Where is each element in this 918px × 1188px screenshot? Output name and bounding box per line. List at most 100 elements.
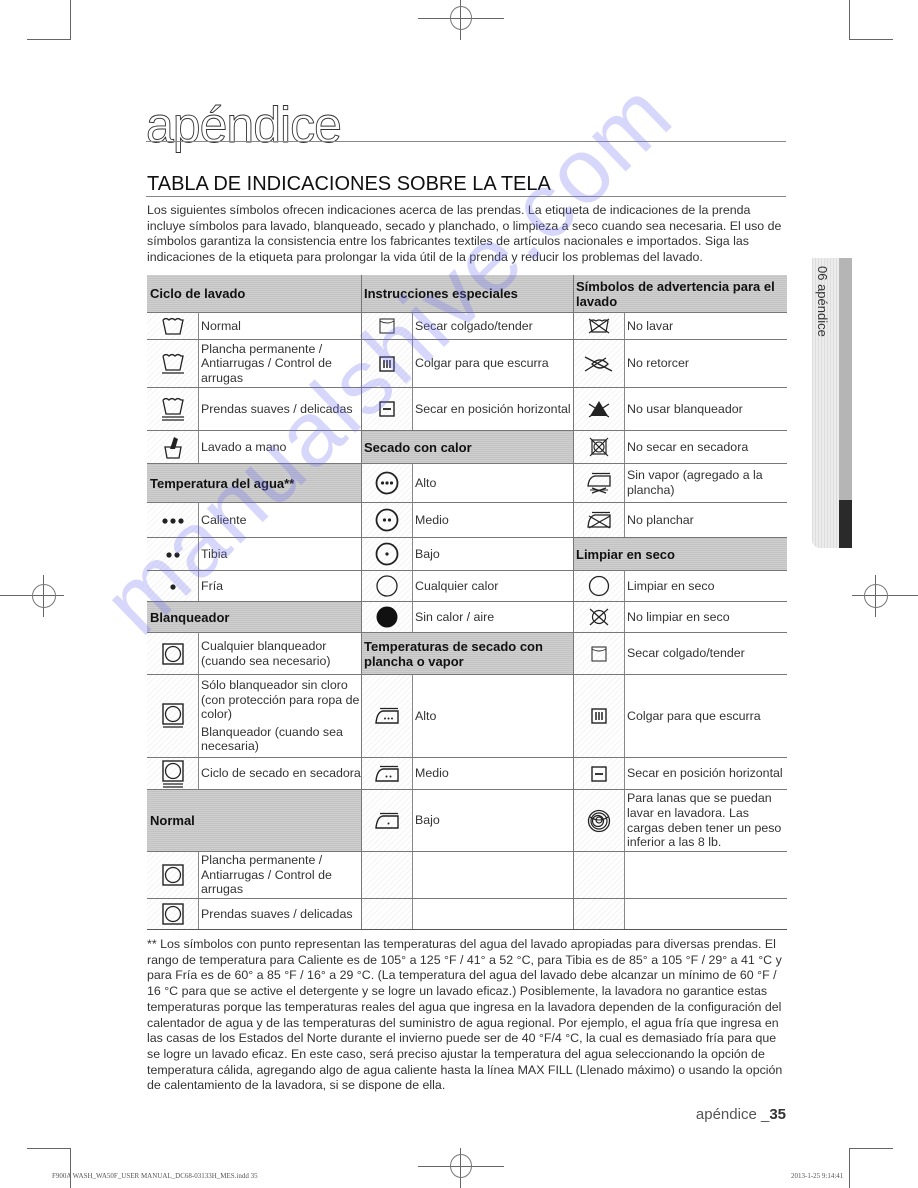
- iron-medium-icon-cell: [361, 757, 413, 789]
- header-dry-clean: Limpiar en seco: [573, 537, 787, 570]
- washtub-delicate-icon: [161, 397, 185, 421]
- no-iron-icon-cell: [573, 502, 625, 537]
- print-timestamp: 2013-1-25 9:14:41: [791, 1172, 844, 1180]
- no-wring-icon-cell: [573, 339, 625, 387]
- wash-delicate-icon-cell: [147, 387, 199, 430]
- drip-dry-icon: [590, 708, 607, 724]
- header-water-temperature: Temperatura del agua**: [147, 463, 361, 502]
- page-footer-section: apéndice _: [695, 1106, 770, 1123]
- list-item: Colgar para que escurra: [625, 674, 787, 757]
- header-warning-symbols: Símbolos de advertencia para el lavado: [573, 275, 787, 312]
- tumble-dry-cycle-icon: [161, 759, 184, 788]
- list-item: Plancha permanente / Antiarrugas / Contr…: [199, 851, 361, 898]
- no-wash-icon-cell: [573, 312, 625, 339]
- do-not-tumble-dry-icon: [589, 437, 609, 457]
- crop-mark: [849, 0, 850, 40]
- temp-hot-icon-cell: [147, 502, 199, 537]
- washtub-permanent-press-icon: [161, 353, 185, 375]
- bleach-tumble-icon-cell: [147, 757, 199, 789]
- empty-cell: [625, 851, 787, 898]
- dry-flat-icon: [590, 765, 607, 782]
- list-item: Medio: [413, 757, 573, 789]
- no-tumble-dry-icon-cell: [573, 430, 625, 463]
- chapter-side-tab[interactable]: 06 apéndice: [812, 258, 852, 548]
- iron-low-icon-cell: [361, 789, 413, 851]
- crop-mark: [27, 39, 71, 40]
- page-footer-label: apéndice _35: [696, 1106, 786, 1123]
- list-item: Sin vapor (agregado a la plancha): [625, 463, 787, 502]
- page-title: apéndice: [146, 97, 343, 153]
- dry-medium-icon: [375, 508, 399, 532]
- empty-cell: [413, 851, 573, 898]
- iron-medium-icon: [374, 765, 400, 783]
- header-wash-cycle: Ciclo de lavado: [147, 275, 361, 312]
- empty-cell: [625, 898, 787, 929]
- heat-none-icon-cell: [361, 601, 413, 632]
- iron-high-icon-cell: [361, 674, 413, 757]
- normal-delicate-icon-cell: [147, 898, 199, 929]
- normal-permanent-icon-cell: [147, 851, 199, 898]
- wool-icon-cell: [573, 789, 625, 851]
- list-item: Secar en posición horizontal: [413, 387, 573, 430]
- dry-clean-icon: [588, 575, 610, 597]
- dry-high-icon: [375, 471, 399, 495]
- crop-mark: [27, 1148, 71, 1149]
- line-dry-icon: [378, 318, 395, 334]
- fabric-care-table: Ciclo de lavado Normal Plancha permanent…: [147, 275, 787, 930]
- list-item: Para lanas que se puedan lavar en lavado…: [625, 789, 787, 851]
- heat-any-icon-cell: [361, 570, 413, 601]
- tumble-permanent-press-icon: [161, 864, 184, 886]
- heat-low-icon-cell: [361, 537, 413, 570]
- no-dry-clean-icon-cell: [573, 601, 625, 632]
- line-dry-icon: [590, 645, 607, 662]
- washtub-normal-icon: [161, 317, 185, 335]
- list-item: Cualquier blanqueador (cuando sea necesa…: [199, 632, 361, 674]
- list-item: No usar blanqueador: [625, 387, 787, 430]
- wool-icon: [587, 809, 611, 833]
- special-line-dry-icon-cell: [361, 312, 413, 339]
- list-item: Ciclo de secado en secadora: [199, 757, 361, 789]
- tumble-delicate-icon: [161, 903, 184, 925]
- wash-permanent-icon-cell: [147, 339, 199, 387]
- dry-clean-icon-cell: [573, 570, 625, 601]
- do-not-wring-icon: [584, 355, 614, 373]
- empty-icon-cell: [361, 898, 413, 929]
- drip-dry-icon-cell: [573, 674, 625, 757]
- list-item: Tibia: [199, 537, 361, 570]
- list-item: Alto: [413, 674, 573, 757]
- wash-normal-icon-cell: [147, 312, 199, 339]
- section-title: TABLA DE INDICACIONES SOBRE LA TELA: [147, 173, 551, 195]
- temp-cold-icon-cell: [147, 570, 199, 601]
- column-divider: [361, 275, 362, 929]
- special-drip-dry-icon-cell: [361, 339, 413, 387]
- list-item: Caliente: [199, 502, 361, 537]
- list-item: Alto: [413, 463, 573, 502]
- empty-icon-cell: [361, 851, 413, 898]
- header-special-instructions: Instrucciones especiales: [361, 275, 573, 312]
- list-item: Bajo: [413, 789, 573, 851]
- header-bleach: Blanqueador: [147, 601, 361, 632]
- do-not-iron-icon: [586, 511, 612, 529]
- print-slug: F900A WASH_WA50F_USER MANUAL_DC68-03133H…: [52, 1172, 258, 1180]
- column-divider: [573, 275, 574, 929]
- list-item: Bajo: [413, 537, 573, 570]
- crop-mark: [70, 0, 71, 40]
- list-item: No retorcer: [625, 339, 787, 387]
- dry-any-heat-icon: [375, 574, 399, 598]
- iron-low-icon: [374, 812, 400, 830]
- no-steam-icon: [586, 472, 612, 494]
- dry-no-heat-icon: [375, 605, 399, 629]
- do-not-dry-clean-icon: [588, 607, 610, 627]
- list-item: No secar en secadora: [625, 430, 787, 463]
- side-tab-label: 06 apéndice: [815, 266, 830, 337]
- do-not-bleach-icon: [587, 400, 611, 418]
- do-not-wash-icon: [588, 318, 610, 334]
- special-dry-flat-icon-cell: [361, 387, 413, 430]
- section-rule: [146, 196, 786, 197]
- page-number: 35: [769, 1106, 786, 1123]
- empty-icon-cell: [573, 851, 625, 898]
- list-item: Fría: [199, 570, 361, 601]
- title-rule: [146, 141, 786, 142]
- dry-flat-icon: [378, 401, 395, 417]
- list-item: No limpiar en seco: [625, 601, 787, 632]
